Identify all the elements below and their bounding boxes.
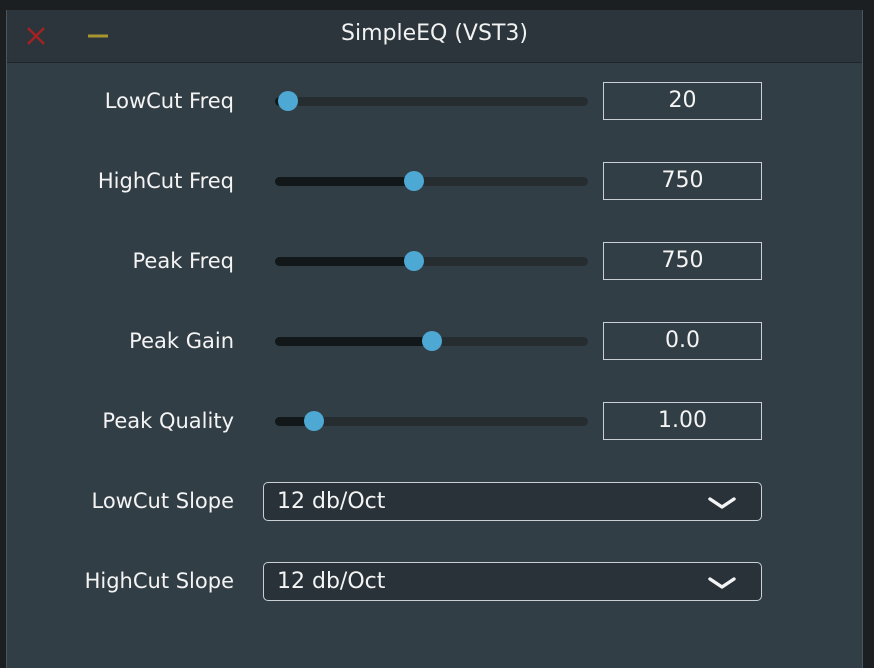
lowcut-slope-selected: 12 db/Oct xyxy=(277,489,386,514)
plugin-window: SimpleEQ (VST3) LowCut Freq 20 HighCut F… xyxy=(6,10,863,668)
slider-thumb[interactable] xyxy=(421,331,442,351)
slider-fill xyxy=(275,177,414,186)
highcut-slope-selected: 12 db/Oct xyxy=(277,569,386,594)
slider-fill xyxy=(275,257,414,266)
lowcut-slope-label: LowCut Slope xyxy=(91,489,235,513)
slider-thumb[interactable] xyxy=(277,91,298,111)
highcut-freq-label: HighCut Freq xyxy=(97,169,234,193)
highcut-freq-slider[interactable] xyxy=(275,166,588,196)
slider-fill xyxy=(275,337,432,346)
slider-track xyxy=(275,97,588,106)
slider-thumb[interactable] xyxy=(304,411,325,431)
lowcut-freq-label: LowCut Freq xyxy=(104,89,234,113)
peak-gain-slider[interactable] xyxy=(275,326,588,356)
peak-quality-label: Peak Quality xyxy=(102,409,234,433)
peak-gain-label: Peak Gain xyxy=(129,329,234,353)
chevron-down-icon[interactable] xyxy=(707,575,737,589)
lowcut-slope-dropdown[interactable]: 12 db/Oct xyxy=(263,482,762,521)
window-title: SimpleEQ (VST3) xyxy=(341,21,528,46)
highcut-freq-value[interactable]: 750 xyxy=(603,162,762,200)
peak-gain-value[interactable]: 0.0 xyxy=(603,322,762,360)
highcut-slope-label: HighCut Slope xyxy=(84,569,234,593)
chevron-down-icon[interactable] xyxy=(707,495,737,509)
lowcut-freq-slider[interactable] xyxy=(275,86,588,116)
peak-freq-value[interactable]: 750 xyxy=(603,242,762,280)
slider-thumb[interactable] xyxy=(403,251,424,271)
peak-quality-slider[interactable] xyxy=(275,406,588,436)
lowcut-freq-value[interactable]: 20 xyxy=(603,82,762,120)
peak-freq-slider[interactable] xyxy=(275,246,588,276)
slider-thumb[interactable] xyxy=(403,171,424,191)
peak-quality-value[interactable]: 1.00 xyxy=(603,402,762,440)
title-bar[interactable]: SimpleEQ (VST3) xyxy=(7,10,862,63)
highcut-slope-dropdown[interactable]: 12 db/Oct xyxy=(263,562,762,601)
peak-freq-label: Peak Freq xyxy=(132,249,234,273)
